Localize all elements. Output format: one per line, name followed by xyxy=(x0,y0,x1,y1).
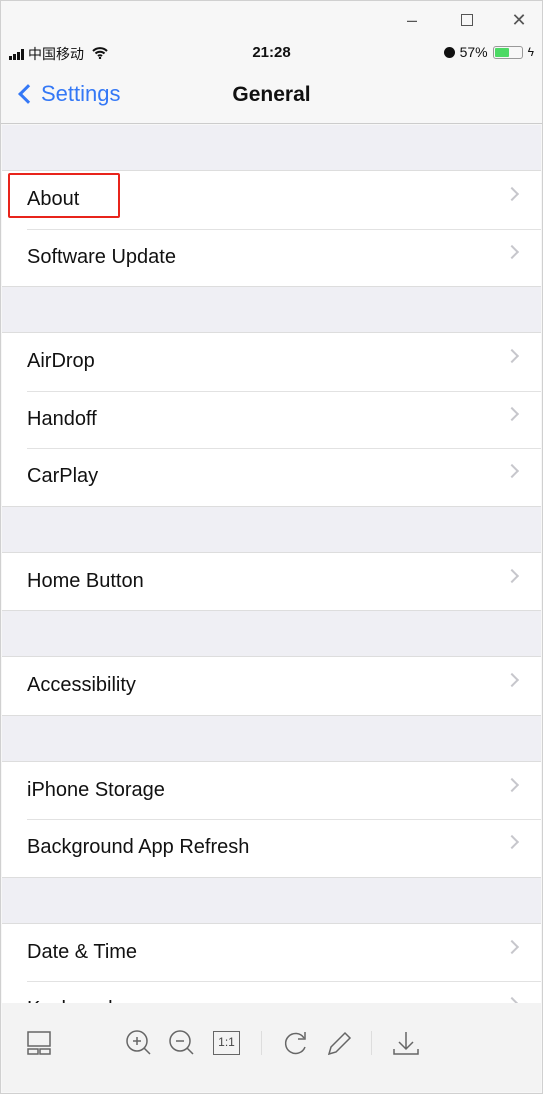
chevron-right-icon xyxy=(504,463,520,479)
title-bar: – ✕ xyxy=(1,1,542,39)
list-item-label: Software Update xyxy=(27,245,176,268)
list-item-label: iPhone Storage xyxy=(27,778,165,801)
list-item-keyboard[interactable]: Keyboard xyxy=(2,981,541,1005)
chevron-right-icon xyxy=(504,568,520,583)
list-item-label: Handoff xyxy=(27,407,97,430)
viewer-window: – ✕ 中国移动 21:28 57% ϟ Settings General Ab… xyxy=(0,0,543,1094)
rotate-icon[interactable] xyxy=(282,1029,310,1057)
list-item-iphone-storage[interactable]: iPhone Storage xyxy=(2,762,541,820)
battery-icon xyxy=(492,45,523,59)
settings-group: Accessibility xyxy=(2,656,541,716)
list-item-label: AirDrop xyxy=(27,350,95,373)
chevron-right-icon xyxy=(504,186,520,202)
settings-group: Date & Time Keyboard xyxy=(2,922,541,1005)
toolbar-divider xyxy=(261,1031,262,1055)
list-item-airdrop[interactable]: AirDrop xyxy=(2,333,541,391)
viewer-toolbar: 1:1 xyxy=(2,1003,541,1092)
minimize-icon[interactable]: – xyxy=(401,9,423,31)
chevron-right-icon xyxy=(504,244,520,259)
download-icon[interactable] xyxy=(392,1029,420,1057)
chevron-right-icon xyxy=(504,939,520,954)
edit-pencil-icon[interactable] xyxy=(325,1029,353,1057)
navigation-bar: Settings General xyxy=(1,67,542,124)
list-item-software-update[interactable]: Software Update xyxy=(2,228,541,287)
maximize-icon[interactable] xyxy=(456,9,478,31)
chevron-right-icon xyxy=(504,672,520,688)
list-item-label: Background App Refresh xyxy=(27,836,250,859)
charging-icon: ϟ xyxy=(527,45,534,59)
list-item-accessibility[interactable]: Accessibility xyxy=(2,657,541,715)
list-item-home-button[interactable]: Home Button xyxy=(2,553,541,611)
chevron-right-icon xyxy=(504,834,520,850)
status-bar: 中国移动 21:28 57% ϟ xyxy=(1,39,542,67)
highlight-box xyxy=(8,173,120,218)
settings-list[interactable]: About Software Update AirDrop Handoff CarPla… xyxy=(2,125,541,1005)
list-item-label: Date & Time xyxy=(27,940,138,963)
list-item-carplay[interactable]: CarPlay xyxy=(2,448,541,506)
zoom-out-icon[interactable] xyxy=(168,1029,196,1057)
thumbnail-layout-icon[interactable] xyxy=(26,1029,54,1057)
settings-group: Home Button xyxy=(2,551,541,611)
chevron-right-icon xyxy=(504,348,520,364)
page-title: General xyxy=(232,83,311,106)
settings-group: AirDrop Handoff CarPlay xyxy=(2,332,541,507)
actual-size-icon[interactable]: 1:1 xyxy=(213,1031,240,1055)
list-item-label: CarPlay xyxy=(27,465,99,488)
list-item-label: Home Button xyxy=(27,569,144,592)
list-item-background-app-refresh[interactable]: Background App Refresh xyxy=(2,819,541,877)
chevron-right-icon xyxy=(504,406,520,421)
settings-group: iPhone Storage Background App Refresh xyxy=(2,760,541,878)
list-item-label: Accessibility xyxy=(27,674,136,697)
list-item-handoff[interactable]: Handoff xyxy=(2,390,541,449)
alarm-icon xyxy=(443,46,455,58)
close-icon[interactable]: ✕ xyxy=(508,9,530,31)
list-item-date-time[interactable]: Date & Time xyxy=(2,924,541,982)
zoom-in-icon[interactable] xyxy=(125,1029,153,1057)
chevron-right-icon xyxy=(504,777,520,792)
battery-percent: 57% xyxy=(459,44,488,60)
toolbar-divider xyxy=(371,1031,372,1055)
